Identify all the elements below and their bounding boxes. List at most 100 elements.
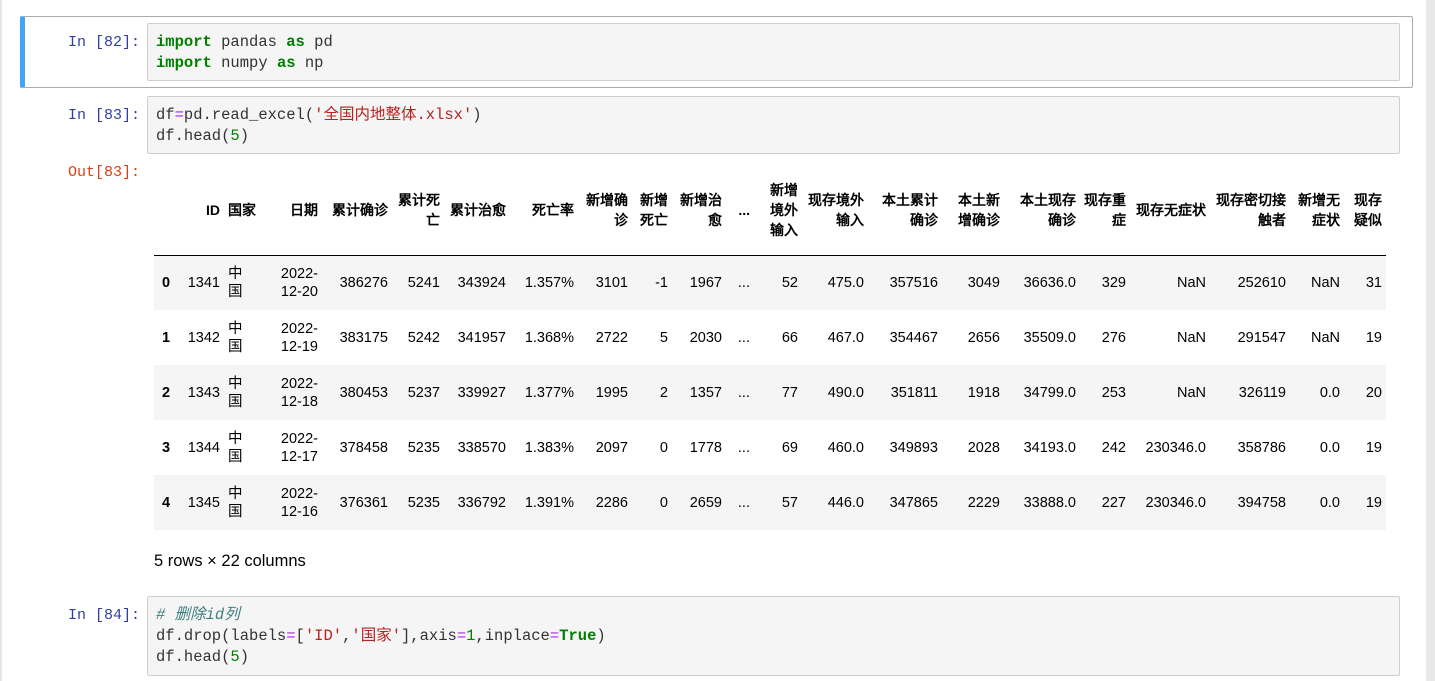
code-token: [ [295, 627, 305, 645]
table-cell: 5242 [407, 329, 440, 346]
table-cell: 1345 [187, 494, 220, 511]
table-header-row: ID 国家 日期 累计确诊 累计死亡 累计治愈 死亡率 新增确诊 新增死亡 新增治愈... 新增境外… [154, 165, 1386, 256]
table-cell: ... [737, 439, 750, 456]
table-cell: 1344 [187, 439, 220, 456]
row-index: 3 [162, 439, 171, 456]
column-header: 本土新增确诊 [942, 165, 1004, 256]
column-header: 现存无症状 [1130, 165, 1210, 256]
table-cell: 1.368% [524, 329, 574, 346]
code-token: = [286, 627, 296, 645]
code-token: True [559, 627, 597, 645]
input-prompt-82: In [82]: [67, 34, 140, 51]
table-cell: ... [737, 329, 750, 346]
table-cell: 3049 [967, 274, 1000, 291]
row-index: 0 [162, 274, 171, 291]
table-row: 3 1344 中国 2022-12-17 378458 5235 338570 1.383% 2… [154, 420, 1386, 475]
table-cell: 69 [781, 439, 798, 456]
code-token: import [156, 54, 212, 72]
table-cell: 1967 [689, 274, 722, 291]
code-token: np [295, 54, 324, 72]
table-cell: 1343 [187, 384, 220, 401]
table-cell: 2022-12-16 [280, 485, 318, 520]
table-cell: ... [737, 494, 750, 511]
dataframe-shape-label: 5 rows × 22 columns [154, 552, 306, 570]
code-line: df=pd.read_excel('全国内地整体.xlsx') [156, 105, 1391, 126]
code-line: # 删除id列 [156, 605, 1391, 626]
code-token: # 删除id列 [156, 606, 240, 624]
code-input-82[interactable]: import pandas as pd import numpy as np [147, 23, 1400, 81]
table-cell: 0 [659, 494, 668, 511]
table-cell: 446.0 [827, 494, 864, 511]
code-token: df [156, 106, 175, 124]
table-cell: 34799.0 [1023, 384, 1076, 401]
column-header: ... [726, 165, 754, 256]
table-cell: 227 [1101, 494, 1126, 511]
table-cell: ... [737, 274, 750, 291]
table-cell: 343924 [457, 274, 506, 291]
table-cell: NaN [1176, 274, 1206, 291]
row-index: 2 [162, 384, 171, 401]
code-input-84[interactable]: # 删除id列 df.drop(labels=['ID','国家'],axis=1… [147, 596, 1400, 676]
table-cell: 35509.0 [1023, 329, 1076, 346]
table-cell: 329 [1101, 274, 1126, 291]
code-token: pandas [211, 33, 287, 51]
table-cell: 252610 [1237, 274, 1286, 291]
row-index: 4 [162, 494, 171, 511]
table-cell: 230346.0 [1145, 439, 1206, 456]
table-cell: 2229 [967, 494, 1000, 511]
table-body: 0 1341 中国 2022-12-20 386276 5241 343924 1.357% 3… [154, 255, 1386, 530]
code-line: df.drop(labels=['ID','国家'],axis=1,inplac… [156, 626, 1391, 647]
table-cell: 2022-12-19 [280, 320, 318, 355]
code-token: ) [596, 627, 606, 645]
table-cell: 467.0 [827, 329, 864, 346]
table-cell: 77 [781, 384, 798, 401]
table-row: 4 1345 中国 2022-12-16 376361 5235 336792 1.391% 2… [154, 475, 1386, 530]
table-cell: 380453 [339, 384, 388, 401]
table-row: 1 1342 中国 2022-12-19 383175 5242 341957 1.368% 2… [154, 310, 1386, 365]
table-cell: 5235 [407, 439, 440, 456]
code-input-83[interactable]: df=pd.read_excel('全国内地整体.xlsx') df.head(5… [147, 96, 1400, 154]
table-cell: 242 [1101, 439, 1126, 456]
table-cell: 339927 [457, 384, 506, 401]
code-token: '全国内地整体.xlsx' [314, 106, 473, 124]
table-cell: ... [737, 384, 750, 401]
notebook-left-edge [0, 0, 2, 681]
table-cell: 19 [1365, 494, 1382, 511]
column-header: 累计治愈 [444, 165, 510, 256]
table-cell: 357516 [889, 274, 938, 291]
table-cell: 66 [781, 329, 798, 346]
table-cell: 5 [659, 329, 668, 346]
column-header: 新增确诊 [578, 165, 632, 256]
table-cell: NaN [1310, 274, 1340, 291]
table-cell: 354467 [889, 329, 938, 346]
code-line: import pandas as pd [156, 32, 1391, 53]
table-cell: 1778 [689, 439, 722, 456]
column-header: 现存密切接触者 [1210, 165, 1290, 256]
table-cell: NaN [1310, 329, 1340, 346]
column-header: 现存疑似 [1344, 165, 1386, 256]
input-prompt-84: In [84]: [67, 607, 140, 624]
table-cell: 5241 [407, 274, 440, 291]
table-cell: 341957 [457, 329, 506, 346]
table-cell: 1342 [187, 329, 220, 346]
code-token: pd [304, 33, 333, 51]
table-cell: 475.0 [827, 274, 864, 291]
table-cell: 34193.0 [1023, 439, 1076, 456]
input-prompt-83: In [83]: [67, 107, 140, 124]
column-header: 现存重症 [1080, 165, 1130, 256]
code-token: ) [239, 127, 250, 145]
code-token: = [456, 627, 467, 645]
table-cell: 383175 [339, 329, 388, 346]
table-cell: 2022-12-20 [280, 265, 318, 300]
table-cell: 386276 [339, 274, 388, 291]
column-header: 新增治愈 [672, 165, 726, 256]
vertical-scrollbar[interactable] [1426, 0, 1435, 681]
column-header: 日期 [260, 165, 322, 256]
table-cell: 291547 [1237, 329, 1286, 346]
table-cell: 52 [781, 274, 798, 291]
table-cell: 0 [659, 439, 668, 456]
table-cell: 1341 [187, 274, 220, 291]
code-token: as [286, 33, 305, 51]
table-cell: 33888.0 [1023, 494, 1076, 511]
code-token: df.drop(labels [156, 627, 287, 645]
